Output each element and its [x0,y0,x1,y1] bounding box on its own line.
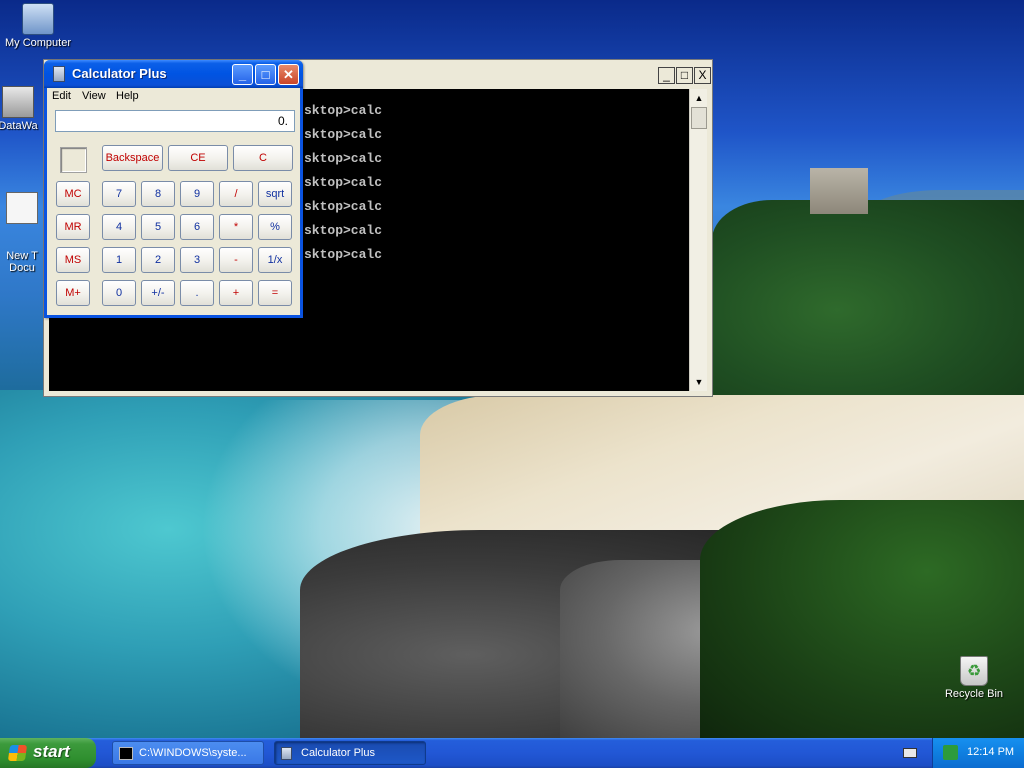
window-title: Calculator Plus [72,66,167,81]
scroll-up-icon[interactable]: ▲ [691,90,707,106]
digit-4-button[interactable]: 4 [102,214,136,240]
equals-button[interactable]: = [258,280,292,306]
console-close-button[interactable]: X [694,67,711,84]
taskbar-item-label: Calculator Plus [301,747,375,759]
add-button[interactable]: + [219,280,253,306]
taskbar-item-calculator[interactable]: Calculator Plus [274,741,426,765]
start-button[interactable]: start [0,738,96,768]
wallpaper-jungle [712,200,1024,420]
memory-store-button[interactable]: MS [56,247,90,273]
scroll-down-icon[interactable]: ▼ [691,374,707,390]
desktop-icon-label: DataWa [0,120,38,132]
console-icon [119,747,133,760]
desktop-icon-label: My Computer [4,37,72,49]
taskbar: start C:\WINDOWS\syste... Calculator Plu… [0,738,1024,768]
calculator-icon [281,747,292,760]
menu-bar: Edit View Help [47,88,300,106]
console-line: sktop>calc [304,127,383,142]
taskbar-item-console[interactable]: C:\WINDOWS\syste... [112,741,264,765]
digit-2-button[interactable]: 2 [141,247,175,273]
console-scrollbar[interactable]: ▲ ▼ [689,89,707,391]
clear-entry-button[interactable]: CE [168,145,228,171]
sqrt-button[interactable]: sqrt [258,181,292,207]
desktop-icon-label: Recycle Bin [944,688,1004,700]
console-line: sktop>calc [304,247,383,262]
digit-7-button[interactable]: 7 [102,181,136,207]
computer-icon [22,3,54,35]
console-line: sktop>calc [304,151,383,166]
digit-3-button[interactable]: 3 [180,247,214,273]
memory-indicator [60,147,87,173]
windows-logo-icon [7,745,28,761]
wallpaper-greens [700,500,1024,738]
console-line: sktop>calc [304,223,383,238]
scroll-thumb[interactable] [691,107,707,129]
console-line: sktop>calc [304,175,383,190]
menu-help[interactable]: Help [116,90,139,102]
document-icon [6,192,38,224]
console-minimize-button[interactable]: _ [658,67,675,84]
desktop-icon-new-document[interactable]: New T Docu [0,168,50,298]
calculator-titlebar[interactable]: Calculator Plus _ □ ✕ [44,60,303,88]
taskbar-item-label: C:\WINDOWS\syste... [139,747,247,759]
memory-add-button[interactable]: M+ [56,280,90,306]
network-icon[interactable] [943,745,958,760]
multiply-button[interactable]: * [219,214,253,240]
digit-6-button[interactable]: 6 [180,214,214,240]
console-line: sktop>calc [304,199,383,214]
desktop-icon-label: New T Docu [6,250,38,274]
digit-8-button[interactable]: 8 [141,181,175,207]
minimize-button[interactable]: _ [232,64,253,85]
digit-9-button[interactable]: 9 [180,181,214,207]
decimal-point-button[interactable]: . [180,280,214,306]
digit-1-button[interactable]: 1 [102,247,136,273]
desktop-icon-my-computer[interactable]: My Computer [0,3,76,49]
maximize-button[interactable]: □ [255,64,276,85]
backspace-button[interactable]: Backspace [102,145,163,171]
calculator-display: 0. [55,110,295,132]
memory-recall-button[interactable]: MR [56,214,90,240]
recycle-bin-icon [960,656,988,686]
clear-button[interactable]: C [233,145,293,171]
subtract-button[interactable]: - [219,247,253,273]
menu-view[interactable]: View [82,90,106,102]
desktop-icon-datawa[interactable]: DataWa [0,86,46,132]
sign-toggle-button[interactable]: +/- [141,280,175,306]
keyboard-icon[interactable] [903,748,917,758]
divide-button[interactable]: / [219,181,253,207]
menu-edit[interactable]: Edit [52,90,71,102]
reciprocal-button[interactable]: 1/x [258,247,292,273]
clock[interactable]: 12:14 PM [967,746,1014,758]
close-button[interactable]: ✕ [278,64,299,85]
calculator-icon [53,66,65,82]
system-tray: 12:14 PM [932,738,1024,768]
calculator-window[interactable]: Calculator Plus _ □ ✕ Edit View Help 0. … [44,60,303,318]
digit-5-button[interactable]: 5 [141,214,175,240]
digit-0-button[interactable]: 0 [102,280,136,306]
console-line: sktop>calc [304,103,383,118]
console-maximize-button[interactable]: □ [676,67,693,84]
memory-clear-button[interactable]: MC [56,181,90,207]
start-label: start [33,742,70,761]
shortcut-icon [2,86,34,118]
percent-button[interactable]: % [258,214,292,240]
wallpaper-ruin [810,168,868,214]
desktop-icon-recycle-bin[interactable]: Recycle Bin [936,656,1012,700]
